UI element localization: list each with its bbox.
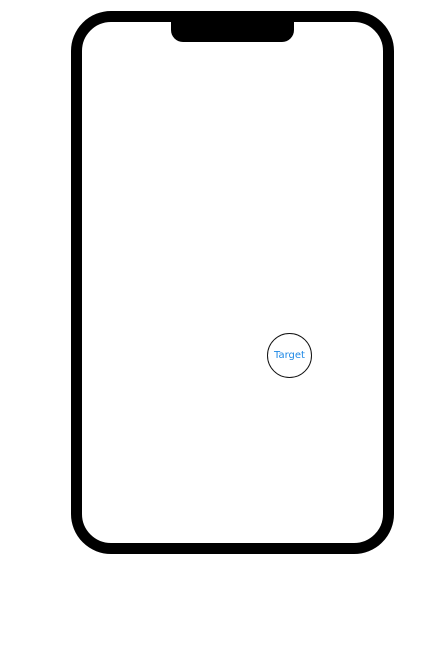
target-button[interactable]: Target <box>267 333 312 378</box>
target-label: Target <box>274 349 305 361</box>
phone-frame <box>71 11 394 554</box>
phone-notch <box>171 11 294 42</box>
page: Target <box>0 0 443 663</box>
